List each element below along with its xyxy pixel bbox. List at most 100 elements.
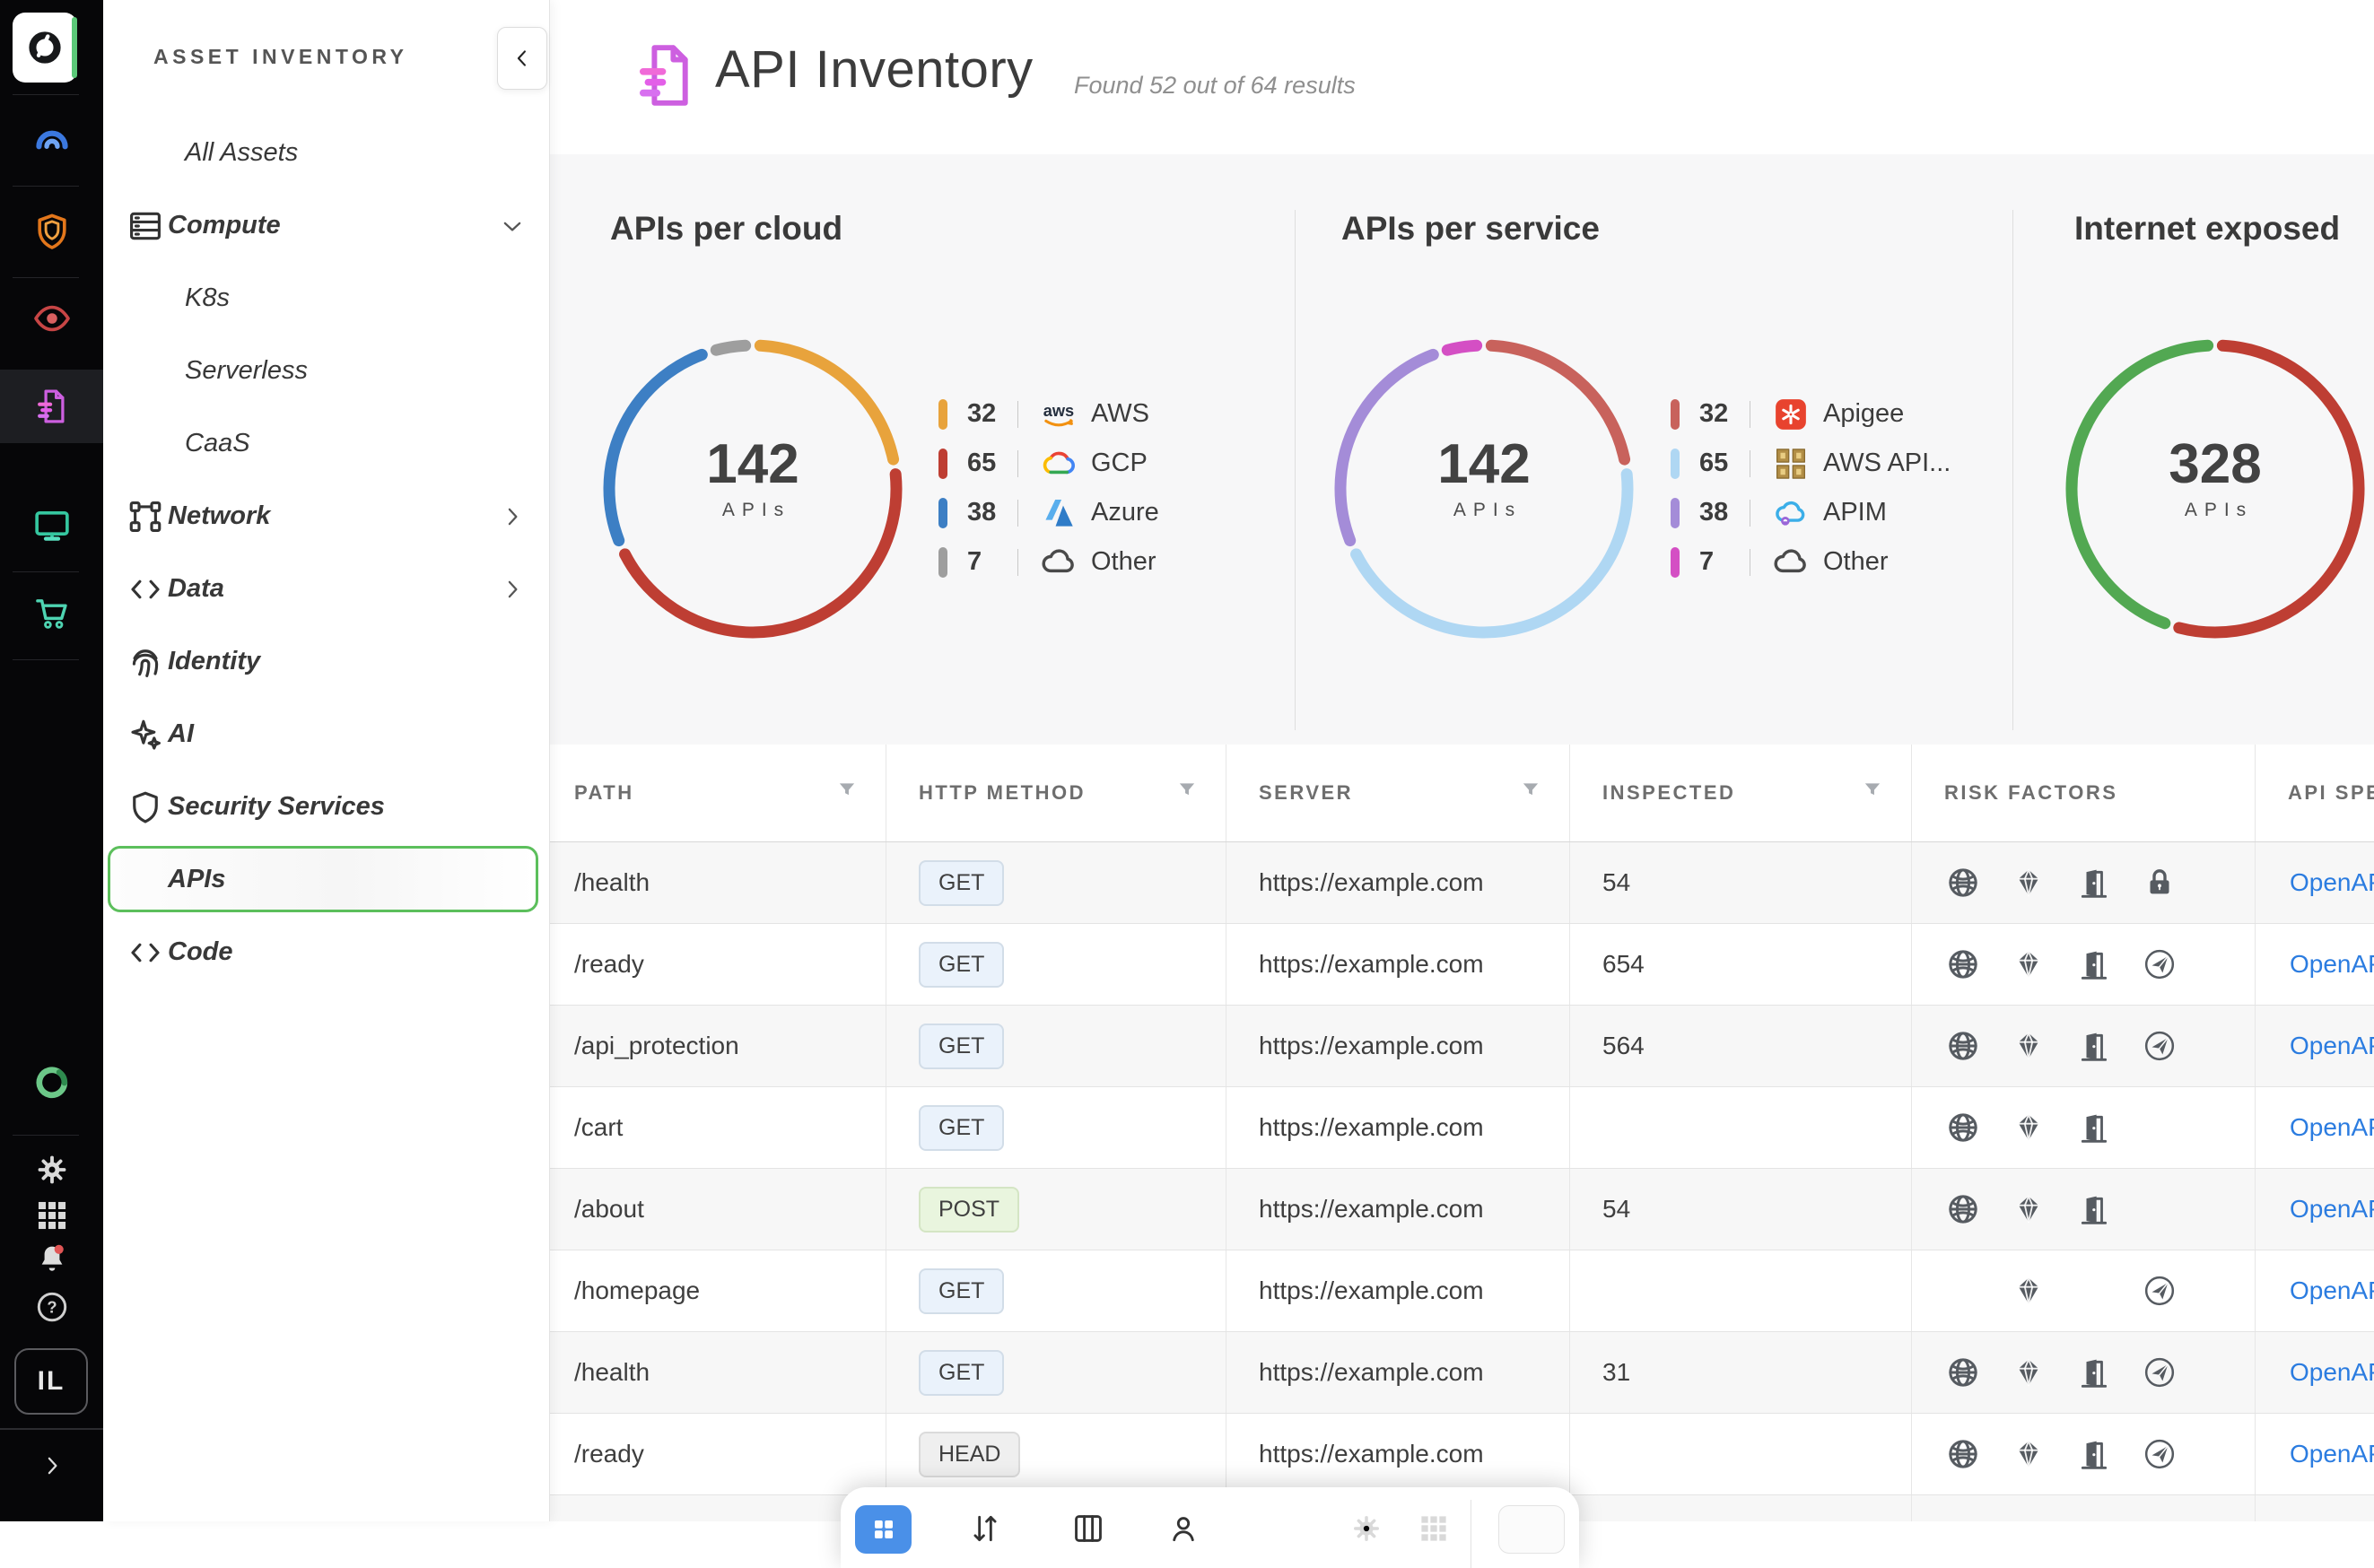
sidebar-item-security-services[interactable]: Security Services bbox=[103, 771, 549, 843]
funnel-icon[interactable] bbox=[1861, 779, 1884, 802]
legend-item[interactable]: 32awsAWS bbox=[938, 389, 1159, 439]
openapi-link[interactable]: OpenAPI bbox=[2290, 1195, 2374, 1224]
risk-factors-cell bbox=[1912, 1414, 2256, 1494]
column-header-server[interactable]: SERVER bbox=[1226, 745, 1570, 841]
openapi-link[interactable]: OpenAPI bbox=[2290, 868, 2374, 897]
globe-icon bbox=[1945, 1191, 1981, 1227]
user-avatar[interactable]: IL bbox=[14, 1348, 88, 1415]
help-button[interactable]: ? bbox=[0, 1284, 103, 1330]
sidebar-item-label: K8s bbox=[185, 283, 230, 313]
expand-rail-button[interactable] bbox=[0, 1442, 103, 1489]
toolbar-sort-button[interactable] bbox=[967, 1511, 1003, 1546]
method-cell: GET bbox=[886, 924, 1226, 1005]
toolbar-person-button[interactable] bbox=[1165, 1511, 1201, 1546]
door-icon bbox=[2076, 865, 2112, 901]
sidebar-collapse-button[interactable] bbox=[497, 27, 547, 90]
sidebar-item-identity[interactable]: Identity bbox=[103, 625, 549, 698]
table-row[interactable]: /healthGEThttps://example.com31OpenAPI bbox=[549, 1332, 2374, 1414]
method-cell: POST bbox=[886, 1169, 1226, 1250]
column-header-risk-factors[interactable]: RISK FACTORS bbox=[1912, 745, 2256, 841]
sidebar-item-ai[interactable]: AI bbox=[103, 698, 549, 771]
legend-item[interactable]: 38Azure bbox=[938, 488, 1159, 537]
nav-radar-button[interactable] bbox=[0, 109, 103, 170]
sidebar-item-serverless[interactable]: Serverless bbox=[103, 335, 549, 407]
sidebar-item-all-assets[interactable]: All Assets bbox=[103, 117, 549, 189]
table-row[interactable]: /readyGEThttps://example.com654OpenAPI bbox=[549, 924, 2374, 1006]
page-header: API Inventory Found 52 out of 64 results bbox=[549, 0, 2374, 154]
openapi-link[interactable]: OpenAPI bbox=[2290, 1358, 2374, 1387]
api-spec-cell: OpenAPI bbox=[2256, 1169, 2374, 1250]
table-row[interactable]: /api_protectionGEThttps://example.com564… bbox=[549, 1006, 2374, 1087]
nav-cart-button[interactable] bbox=[0, 583, 103, 644]
table-row[interactable]: /readyHEADhttps://example.comOpenAPI bbox=[549, 1414, 2374, 1495]
table-row[interactable]: /healthGEThttps://example.com54OpenAPI bbox=[549, 842, 2374, 924]
openapi-link[interactable]: OpenAPI bbox=[2290, 950, 2374, 979]
sidebar-item-data[interactable]: Data bbox=[103, 553, 549, 625]
legend-item[interactable]: 65GCP bbox=[938, 439, 1159, 488]
globe-icon bbox=[1945, 1110, 1981, 1146]
legend-item[interactable]: 38APIM bbox=[1671, 488, 1951, 537]
inspected-cell: 564 bbox=[1570, 1006, 1912, 1086]
toolbar-settings-button[interactable] bbox=[1348, 1511, 1384, 1546]
sidebar-item-code[interactable]: Code bbox=[103, 916, 549, 989]
column-label: HTTP METHOD bbox=[919, 781, 1086, 805]
funnel-icon[interactable] bbox=[1519, 779, 1542, 802]
nav-eye-button[interactable] bbox=[0, 288, 103, 349]
openapi-link[interactable]: OpenAPI bbox=[2290, 1032, 2374, 1060]
path-cell: /health bbox=[549, 842, 886, 923]
toolbar-apps-grid-button[interactable] bbox=[1416, 1511, 1452, 1546]
fingerprint-icon bbox=[127, 643, 164, 681]
funnel-icon[interactable] bbox=[1175, 779, 1199, 802]
openapi-link[interactable]: OpenAPI bbox=[2290, 1113, 2374, 1142]
app-logo[interactable] bbox=[13, 13, 77, 83]
legend-item[interactable]: 7Other bbox=[1671, 537, 1951, 587]
sidebar-item-label: Network bbox=[168, 501, 270, 531]
nav-api-doc-button[interactable] bbox=[0, 376, 103, 437]
table-row[interactable]: /cartGEThttps://example.comOpenAPI bbox=[549, 1087, 2374, 1169]
nav-monitor-button[interactable] bbox=[0, 495, 103, 556]
sparkles-icon bbox=[127, 716, 164, 754]
sidebar-item-compute[interactable]: Compute bbox=[103, 189, 549, 262]
sidebar-item-apis[interactable]: APIs bbox=[103, 843, 549, 916]
sidebar-item-caas[interactable]: CaaS bbox=[103, 407, 549, 480]
legend-swatch bbox=[1671, 547, 1680, 578]
apim-icon bbox=[1770, 492, 1811, 534]
column-header-path[interactable]: PATH bbox=[549, 745, 886, 841]
legend-label: AWS API... bbox=[1823, 449, 1951, 478]
inspected-cell: 98 bbox=[1570, 1495, 1912, 1521]
sidebar-item-k8s[interactable]: K8s bbox=[103, 262, 549, 335]
legend-label: Apigee bbox=[1823, 399, 1904, 429]
table-row[interactable]: /aboutPOSThttps://example.com54OpenAPI bbox=[549, 1169, 2374, 1250]
risk-factors-cell bbox=[1912, 1006, 2256, 1086]
chevron-right-icon bbox=[499, 503, 526, 530]
openapi-link[interactable]: OpenAPI bbox=[2290, 1440, 2374, 1468]
server-rows-icon bbox=[127, 207, 164, 245]
org-ring-button[interactable] bbox=[0, 1059, 103, 1106]
toolbar-board-button[interactable] bbox=[1070, 1511, 1106, 1546]
legend-item[interactable]: 7Other bbox=[938, 537, 1159, 587]
settings-button[interactable] bbox=[0, 1146, 103, 1193]
apigee-icon bbox=[1770, 394, 1811, 435]
apps-grid-button[interactable] bbox=[0, 1192, 103, 1239]
funnel-icon[interactable] bbox=[835, 779, 859, 802]
legend-item[interactable]: 65AWS API... bbox=[1671, 439, 1951, 488]
table-view-button[interactable] bbox=[855, 1505, 912, 1554]
legend-swatch bbox=[938, 399, 947, 430]
legend-item[interactable]: 32 Apigee bbox=[1671, 389, 1951, 439]
openapi-link[interactable]: OpenAPI bbox=[2290, 1276, 2374, 1305]
donut-unit: APIs bbox=[2099, 500, 2332, 521]
table-row[interactable]: /homepageGEThttps://example.comOpenAPI bbox=[549, 1250, 2374, 1332]
legend-divider bbox=[1017, 450, 1018, 477]
donut-center: 328APIs bbox=[2099, 432, 2332, 521]
column-header-http-method[interactable]: HTTP METHOD bbox=[886, 745, 1226, 841]
page-size-button[interactable] bbox=[1498, 1505, 1565, 1554]
notifications-button[interactable] bbox=[0, 1236, 103, 1283]
column-header-api-spec[interactable]: API SPEC bbox=[2256, 745, 2374, 841]
column-header-inspected[interactable]: INSPECTED bbox=[1570, 745, 1912, 841]
sidebar-item-network[interactable]: Network bbox=[103, 480, 549, 553]
rail-separator bbox=[13, 277, 79, 278]
nav-shield-button[interactable] bbox=[0, 201, 103, 262]
legend-swatch bbox=[938, 449, 947, 479]
legend-value: 32 bbox=[1699, 399, 1746, 429]
api-table: PATH HTTP METHOD SERVERINSPECTEDRISK FACTO… bbox=[549, 745, 2374, 1521]
